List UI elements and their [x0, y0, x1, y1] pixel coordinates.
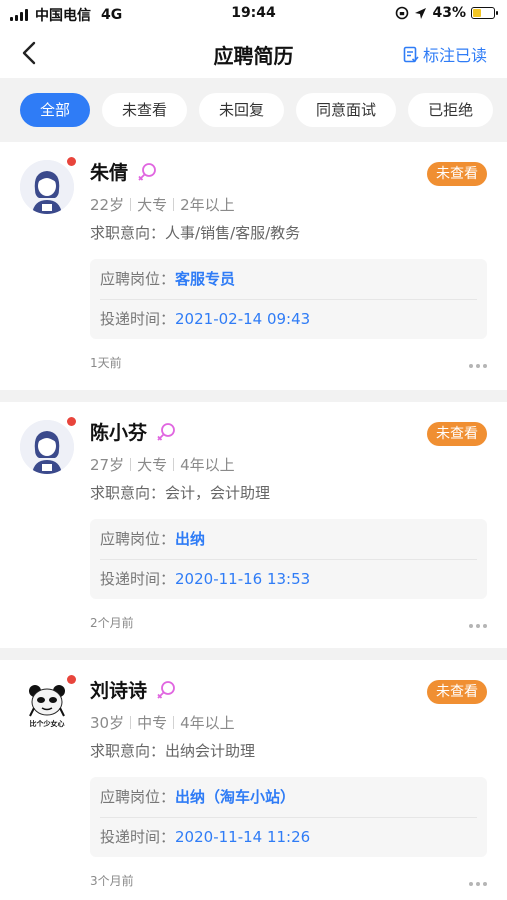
candidate-education: 中专	[137, 714, 168, 732]
application-info: 应聘岗位：出纳 投递时间：2020-11-16 13:53	[90, 519, 487, 599]
divider	[173, 458, 175, 471]
submit-time-label: 投递时间：	[100, 310, 176, 328]
position-value: 出纳	[175, 530, 206, 548]
application-info: 应聘岗位：出纳（淘车小站） 投递时间：2020-11-14 11:26	[90, 777, 487, 857]
candidate-age: 30岁	[90, 714, 125, 732]
position-value: 客服专员	[175, 270, 236, 288]
candidate-meta: 30岁 中专 4年以上	[90, 712, 235, 733]
position-label: 应聘岗位：	[100, 788, 176, 806]
name-row: 刘诗诗	[90, 676, 177, 703]
application-info: 应聘岗位：客服专员 投递时间：2021-02-14 09:43	[90, 259, 487, 339]
unread-dot	[67, 675, 76, 684]
time-ago: 3个月前	[90, 874, 134, 888]
avatar-caption: 比个少女心	[29, 720, 65, 728]
tab-unreplied[interactable]: 未回复	[199, 93, 285, 127]
position-value: 出纳（淘车小站）	[175, 788, 296, 806]
resume-card[interactable]: 朱倩 未查看 22岁 大专 2年以上 求职意向：人事/销售/客服/教务 应聘岗位…	[0, 142, 507, 390]
intent-value: 人事/销售/客服/教务	[165, 224, 301, 242]
unread-dot	[67, 157, 76, 166]
time-ago: 1天前	[90, 356, 122, 370]
unread-dot	[67, 417, 76, 426]
intent-label: 求职意向：	[90, 742, 166, 760]
job-intent: 求职意向：会计，会计助理	[90, 482, 270, 503]
candidate-education: 大专	[137, 196, 168, 214]
tab-interview-accepted[interactable]: 同意面试	[296, 93, 397, 127]
submit-time-row: 投递时间：2020-11-14 11:26	[100, 826, 310, 847]
battery-icon	[471, 7, 498, 19]
status-badge: 未查看	[427, 680, 487, 704]
divider	[130, 716, 132, 729]
female-avatar-icon	[20, 420, 74, 474]
female-gender-icon	[157, 680, 175, 699]
nav-bar: 应聘简历 标注已读	[0, 28, 507, 78]
battery-percent: 43%	[432, 5, 466, 21]
position-row: 应聘岗位：出纳	[100, 528, 205, 549]
more-icon[interactable]	[469, 882, 487, 886]
submit-time-row: 投递时间：2021-02-14 09:43	[100, 308, 310, 329]
divider	[130, 198, 132, 211]
intent-value: 出纳会计助理	[165, 742, 256, 760]
female-gender-icon	[157, 422, 175, 441]
divider	[130, 458, 132, 471]
battery-fill	[473, 9, 482, 17]
time-ago: 2个月前	[90, 616, 134, 630]
name-row: 朱倩	[90, 158, 158, 185]
mark-read-label: 标注已读	[422, 46, 487, 65]
avatar	[20, 417, 76, 474]
rotation-lock-icon	[396, 6, 409, 20]
position-label: 应聘岗位：	[100, 530, 176, 548]
position-row: 应聘岗位：出纳（淘车小站）	[100, 786, 295, 807]
status-right: 43%	[395, 5, 498, 21]
tab-rejected[interactable]: 已拒绝	[408, 93, 494, 127]
status-bar: 中国电信 4G 19:44 43%	[0, 0, 507, 28]
resume-card[interactable]: 陈小芬 未查看 27岁 大专 4年以上 求职意向：会计，会计助理 应聘岗位：出纳…	[0, 402, 507, 648]
divider	[100, 559, 477, 560]
candidate-name: 陈小芬	[90, 422, 148, 444]
job-intent: 求职意向：出纳会计助理	[90, 740, 255, 761]
candidate-experience: 2年以上	[180, 196, 235, 214]
position-row: 应聘岗位：客服专员	[100, 268, 235, 289]
status-badge: 未查看	[427, 162, 487, 186]
submit-time-label: 投递时间：	[100, 828, 176, 846]
candidate-education: 大专	[137, 456, 168, 474]
intent-label: 求职意向：	[90, 484, 166, 502]
resume-card[interactable]: 比个少女心 刘诗诗 未查看 30岁 中专 4年以上 求职意向：出纳会计助理 应聘…	[0, 660, 507, 900]
more-icon[interactable]	[469, 364, 487, 368]
intent-label: 求职意向：	[90, 224, 166, 242]
female-avatar-icon	[20, 160, 74, 214]
submit-time-label: 投递时间：	[100, 570, 176, 588]
tab-all[interactable]: 全部	[20, 93, 91, 127]
candidate-age: 27岁	[90, 456, 125, 474]
avatar	[20, 157, 76, 214]
submit-time-value: 2020-11-16 13:53	[175, 570, 311, 588]
position-label: 应聘岗位：	[100, 270, 176, 288]
submit-time-value: 2020-11-14 11:26	[175, 828, 311, 846]
candidate-name: 刘诗诗	[90, 680, 148, 702]
mark-read-icon	[403, 46, 419, 62]
location-icon	[415, 7, 427, 19]
name-row: 陈小芬	[90, 418, 177, 445]
divider	[173, 716, 175, 729]
divider	[100, 817, 477, 818]
candidate-experience: 4年以上	[180, 456, 235, 474]
intent-value: 会计，会计助理	[165, 484, 271, 502]
more-icon[interactable]	[469, 624, 487, 628]
candidate-experience: 4年以上	[180, 714, 235, 732]
candidate-age: 22岁	[90, 196, 125, 214]
status-badge: 未查看	[427, 422, 487, 446]
filter-tabs: 全部 未查看 未回复 同意面试 已拒绝	[20, 93, 494, 127]
divider	[173, 198, 175, 211]
avatar: 比个少女心	[20, 675, 76, 732]
female-gender-icon	[138, 162, 156, 181]
tab-unviewed[interactable]: 未查看	[102, 93, 188, 127]
submit-time-row: 投递时间：2020-11-16 13:53	[100, 568, 310, 589]
job-intent: 求职意向：人事/销售/客服/教务	[90, 222, 300, 243]
filter-tabs-bar: 全部 未查看 未回复 同意面试 已拒绝	[0, 80, 507, 142]
divider	[100, 299, 477, 300]
candidate-name: 朱倩	[90, 162, 129, 184]
mark-read-button[interactable]: 标注已读	[403, 42, 487, 66]
candidate-meta: 22岁 大专 2年以上	[90, 194, 235, 215]
candidate-meta: 27岁 大专 4年以上	[90, 454, 235, 475]
submit-time-value: 2021-02-14 09:43	[175, 310, 311, 328]
